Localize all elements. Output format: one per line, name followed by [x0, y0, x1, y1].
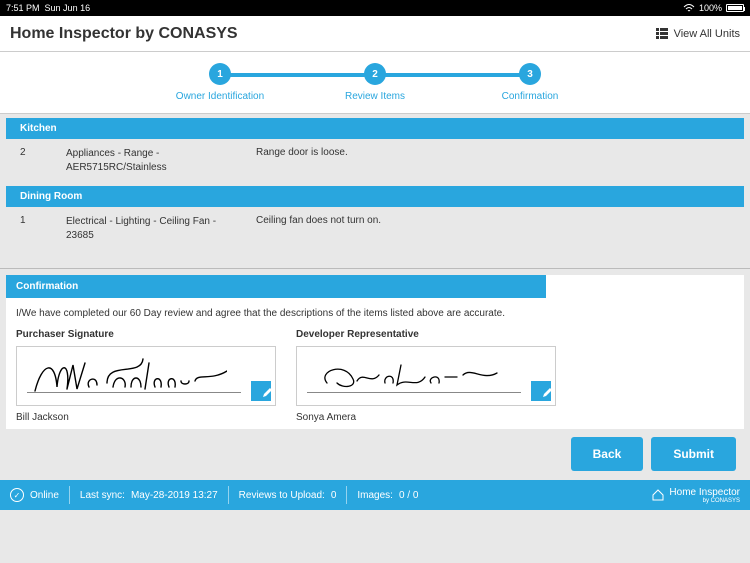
last-sync-value: May-28-2019 13:27: [131, 490, 218, 501]
footer-reviews-upload: Reviews to Upload: 0: [229, 486, 348, 504]
app-title: Home Inspector by CONASYS: [10, 25, 238, 43]
divider: [0, 268, 750, 269]
item-description: Range door is loose.: [256, 147, 730, 174]
check-circle-icon: ✓: [10, 488, 24, 502]
submit-button[interactable]: Submit: [651, 437, 736, 471]
view-all-units-button[interactable]: View All Units: [656, 28, 740, 40]
step-label-2: Review Items: [345, 91, 405, 102]
item-description: Ceiling fan does not turn on.: [256, 215, 730, 242]
purchaser-signature-label: Purchaser Signature: [16, 329, 276, 340]
item-number: 2: [20, 147, 66, 174]
section-header-dining-room: Dining Room: [6, 186, 744, 207]
reviews-label: Reviews to Upload:: [239, 490, 325, 501]
developer-signature-box[interactable]: [296, 346, 556, 406]
home-icon: [651, 488, 665, 502]
step-confirmation[interactable]: 3 Confirmation: [470, 63, 590, 102]
review-items-panel: Kitchen 2 Appliances - Range - AER5715RC…: [0, 114, 750, 264]
stepper: 1 Owner Identification 2 Review Items 3 …: [0, 52, 750, 114]
review-item-row[interactable]: 1 Electrical - Lighting - Ceiling Fan - …: [6, 207, 744, 250]
images-value: 0 / 0: [399, 490, 418, 501]
edit-signature-button[interactable]: [531, 381, 551, 401]
images-label: Images:: [357, 490, 393, 501]
status-time: 7:51 PM Sun Jun 16: [6, 3, 90, 13]
last-sync-label: Last sync:: [80, 490, 125, 501]
footer-last-sync: Last sync: May-28-2019 13:27: [70, 486, 229, 504]
developer-name: Sonya Amera: [296, 412, 556, 423]
step-label-3: Confirmation: [502, 91, 559, 102]
section-header-kitchen: Kitchen: [6, 118, 744, 139]
brand-main: Home Inspector: [669, 487, 740, 498]
footer-online-status: ✓ Online: [10, 486, 70, 504]
step-owner-identification[interactable]: 1 Owner Identification: [160, 63, 280, 102]
edit-signature-button[interactable]: [251, 381, 271, 401]
brand-sub: by CONASYS: [669, 498, 740, 504]
view-all-label: View All Units: [674, 28, 740, 40]
purchaser-signature-box[interactable]: [16, 346, 276, 406]
reviews-value: 0: [331, 490, 337, 501]
confirmation-statement: I/We have completed our 60 Day review an…: [6, 298, 744, 329]
signature-image: [307, 353, 507, 397]
purchaser-signature-column: Purchaser Signature Bill Jackson: [16, 329, 276, 423]
item-path: Electrical - Lighting - Ceiling Fan - 23…: [66, 215, 256, 242]
developer-signature-label: Developer Representative: [296, 329, 556, 340]
status-time-text: 7:51 PM: [6, 3, 40, 13]
step-circle-2: 2: [364, 63, 386, 85]
review-item-row[interactable]: 2 Appliances - Range - AER5715RC/Stainle…: [6, 139, 744, 182]
step-label-1: Owner Identification: [176, 91, 264, 102]
list-icon: [656, 28, 668, 40]
footer-brand: Home Inspector by CONASYS: [651, 487, 740, 504]
action-button-row: Back Submit: [0, 435, 750, 480]
status-date-text: Sun Jun 16: [45, 3, 91, 13]
pencil-icon: [541, 387, 553, 399]
battery-icon: [726, 4, 744, 12]
purchaser-name: Bill Jackson: [16, 412, 276, 423]
step-circle-1: 1: [209, 63, 231, 85]
status-bar: 7:51 PM Sun Jun 16 100%: [0, 0, 750, 16]
online-label: Online: [30, 490, 59, 501]
app-header: Home Inspector by CONASYS View All Units: [0, 16, 750, 52]
footer-bar: ✓ Online Last sync: May-28-2019 13:27 Re…: [0, 480, 750, 510]
step-review-items[interactable]: 2 Review Items: [315, 63, 435, 102]
confirmation-panel: Confirmation I/We have completed our 60 …: [6, 275, 744, 429]
item-number: 1: [20, 215, 66, 242]
back-button[interactable]: Back: [571, 437, 644, 471]
developer-signature-column: Developer Representative Sonya Amera: [296, 329, 556, 423]
pencil-icon: [261, 387, 273, 399]
wifi-icon: [683, 4, 695, 13]
signature-image: [27, 353, 227, 397]
footer-images: Images: 0 / 0: [347, 486, 428, 504]
confirmation-header: Confirmation: [6, 275, 546, 298]
item-path: Appliances - Range - AER5715RC/Stainless: [66, 147, 256, 174]
step-circle-3: 3: [519, 63, 541, 85]
battery-pct: 100%: [699, 3, 722, 13]
